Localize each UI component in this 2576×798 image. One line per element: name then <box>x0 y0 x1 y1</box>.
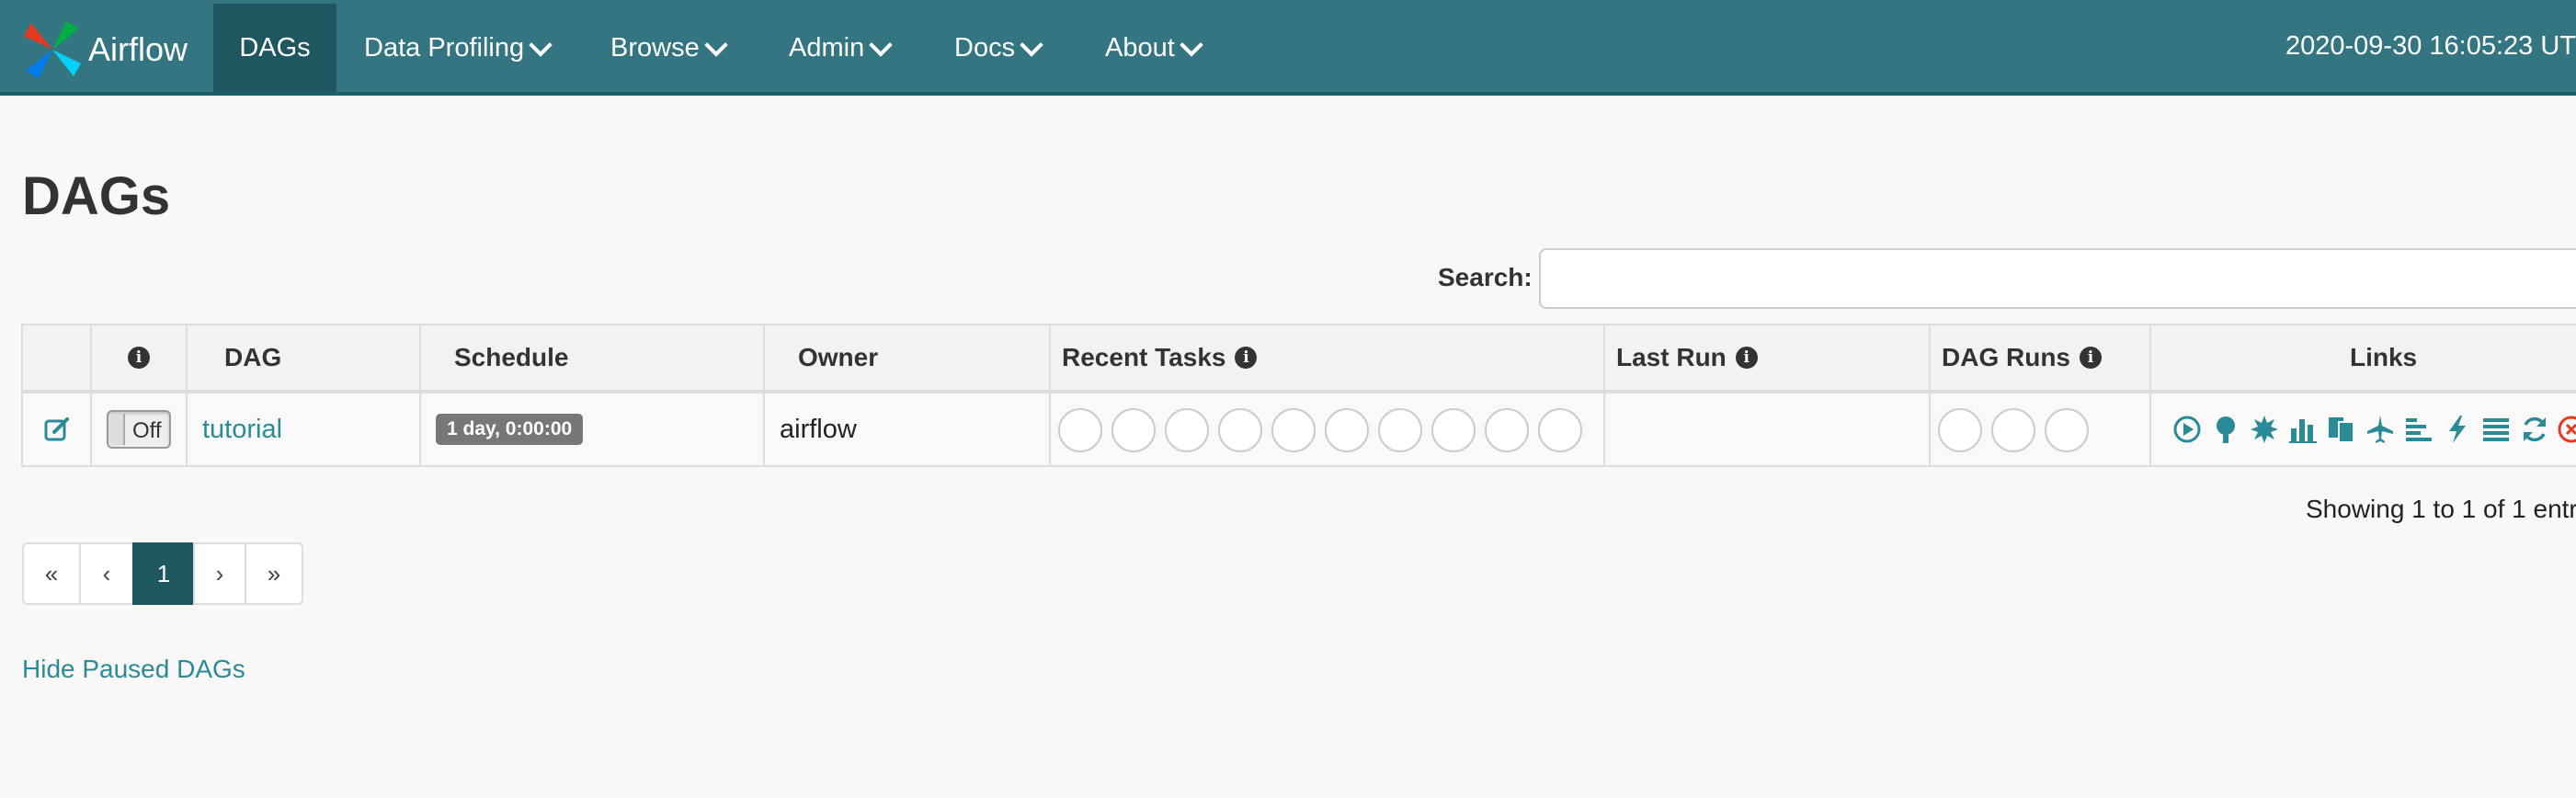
header-last-run: Last Run i <box>1605 325 1931 390</box>
status-circle[interactable] <box>1325 408 1369 452</box>
header-dag[interactable]: DAG <box>188 325 421 390</box>
edit-icon[interactable] <box>43 416 71 443</box>
status-circle[interactable] <box>1538 408 1582 452</box>
header-schedule[interactable]: Schedule <box>421 325 765 390</box>
owner-cell: airflow <box>765 393 1051 465</box>
nav-about-label: About <box>1105 32 1175 63</box>
header-dag-runs-label: DAG Runs <box>1942 343 2070 371</box>
logs-icon[interactable] <box>2480 414 2512 445</box>
airflow-logo-icon <box>24 21 81 78</box>
toggle-knob <box>110 414 125 445</box>
nav-dags[interactable]: DAGs <box>213 4 336 92</box>
nav-browse[interactable]: Browse <box>610 4 728 92</box>
dag-link[interactable]: tutorial <box>202 415 282 445</box>
prev-page-button[interactable]: ‹ <box>79 542 134 605</box>
nav-about[interactable]: About <box>1105 4 1203 92</box>
status-circle[interactable] <box>1271 408 1316 452</box>
delete-icon[interactable] <box>2556 414 2576 445</box>
nav-dags-label: DAGs <box>239 32 311 63</box>
header-recent-tasks: Recent Tasks i <box>1051 325 1605 390</box>
info-icon[interactable]: i <box>1735 347 1758 369</box>
header-info: i <box>92 325 188 390</box>
landing-times-icon[interactable] <box>2365 414 2396 445</box>
links-cell <box>2151 393 2576 465</box>
chevron-down-icon <box>1020 33 1043 57</box>
chevron-down-icon <box>529 33 553 57</box>
edit-cell <box>23 393 92 465</box>
table-header: i DAG Schedule Owner Recent Tasks i Last … <box>21 324 2576 393</box>
toggle-label: Off <box>132 418 162 443</box>
gantt-icon[interactable] <box>2403 414 2434 445</box>
info-icon[interactable]: i <box>2080 347 2102 369</box>
task-tries-icon[interactable] <box>2326 414 2357 445</box>
dag-runs-cell <box>1931 393 2151 465</box>
table-row: Off tutorial 1 day, 0:00:00 airflow <box>21 393 2576 467</box>
code-icon[interactable] <box>2442 414 2473 445</box>
header-dag-runs: DAG Runs i <box>1931 325 2151 390</box>
status-circle[interactable] <box>1938 408 1982 452</box>
status-circle[interactable] <box>1058 408 1102 452</box>
nav-admin[interactable]: Admin <box>789 4 893 92</box>
top-navbar: Airflow DAGs Data Profiling Browse Admin… <box>0 0 2576 96</box>
refresh-icon[interactable] <box>2519 414 2550 445</box>
toggle-cell: Off <box>92 393 188 465</box>
search-label: Search: <box>1438 263 1533 291</box>
page-1-button[interactable]: 1 <box>132 542 195 605</box>
schedule-badge[interactable]: 1 day, 0:00:00 <box>436 414 584 445</box>
owner-value: airflow <box>780 414 857 444</box>
pagination: « ‹ 1 › » <box>22 542 303 605</box>
nav-data-profiling[interactable]: Data Profiling <box>364 4 553 92</box>
schedule-cell: 1 day, 0:00:00 <box>421 393 765 465</box>
trigger-dag-icon[interactable] <box>2171 414 2203 445</box>
nav-data-profiling-label: Data Profiling <box>364 32 525 63</box>
page-title: DAGs <box>22 166 171 226</box>
nav-docs-label: Docs <box>954 32 1016 63</box>
tree-view-icon[interactable] <box>2210 414 2241 445</box>
graph-view-icon[interactable] <box>2249 414 2280 445</box>
status-circle[interactable] <box>1431 408 1476 452</box>
dag-cell: tutorial <box>188 393 421 465</box>
first-page-button[interactable]: « <box>22 542 81 605</box>
header-recent-tasks-label: Recent Tasks <box>1062 343 1226 371</box>
info-icon[interactable]: i <box>128 347 150 369</box>
header-edit-col <box>23 325 92 390</box>
status-circle[interactable] <box>2045 408 2089 452</box>
pause-toggle[interactable]: Off <box>107 410 171 449</box>
last-run-cell <box>1605 393 1931 465</box>
next-page-button[interactable]: › <box>193 542 246 605</box>
hide-paused-dags-link[interactable]: Hide Paused DAGs <box>22 655 245 684</box>
status-circle[interactable] <box>1218 408 1262 452</box>
search-input[interactable] <box>1539 248 2576 309</box>
last-page-button[interactable]: » <box>245 542 303 605</box>
nav-browse-label: Browse <box>610 32 700 63</box>
status-circle[interactable] <box>1165 408 1209 452</box>
header-links: Links <box>2350 343 2418 371</box>
nav-docs[interactable]: Docs <box>954 4 1043 92</box>
chevron-down-icon <box>703 33 728 57</box>
brand[interactable]: Airflow <box>20 18 188 81</box>
server-time: 2020-09-30 16:05:23 UTC <box>2285 31 2576 61</box>
chevron-down-icon <box>1180 33 1203 57</box>
info-icon[interactable]: i <box>1235 347 1258 369</box>
status-circle[interactable] <box>1378 408 1422 452</box>
recent-tasks-cell <box>1051 393 1605 465</box>
brand-name: Airflow <box>88 30 188 68</box>
table-info: Showing 1 to 1 of 1 entries <box>2306 495 2576 523</box>
status-circle[interactable] <box>1485 408 1529 452</box>
chevron-down-icon <box>869 33 893 57</box>
status-circle[interactable] <box>1111 408 1156 452</box>
task-duration-icon[interactable] <box>2287 414 2319 445</box>
status-circle[interactable] <box>1991 408 2035 452</box>
nav-admin-label: Admin <box>789 32 865 63</box>
header-last-run-label: Last Run <box>1616 343 1727 371</box>
header-owner[interactable]: Owner <box>765 325 1051 390</box>
